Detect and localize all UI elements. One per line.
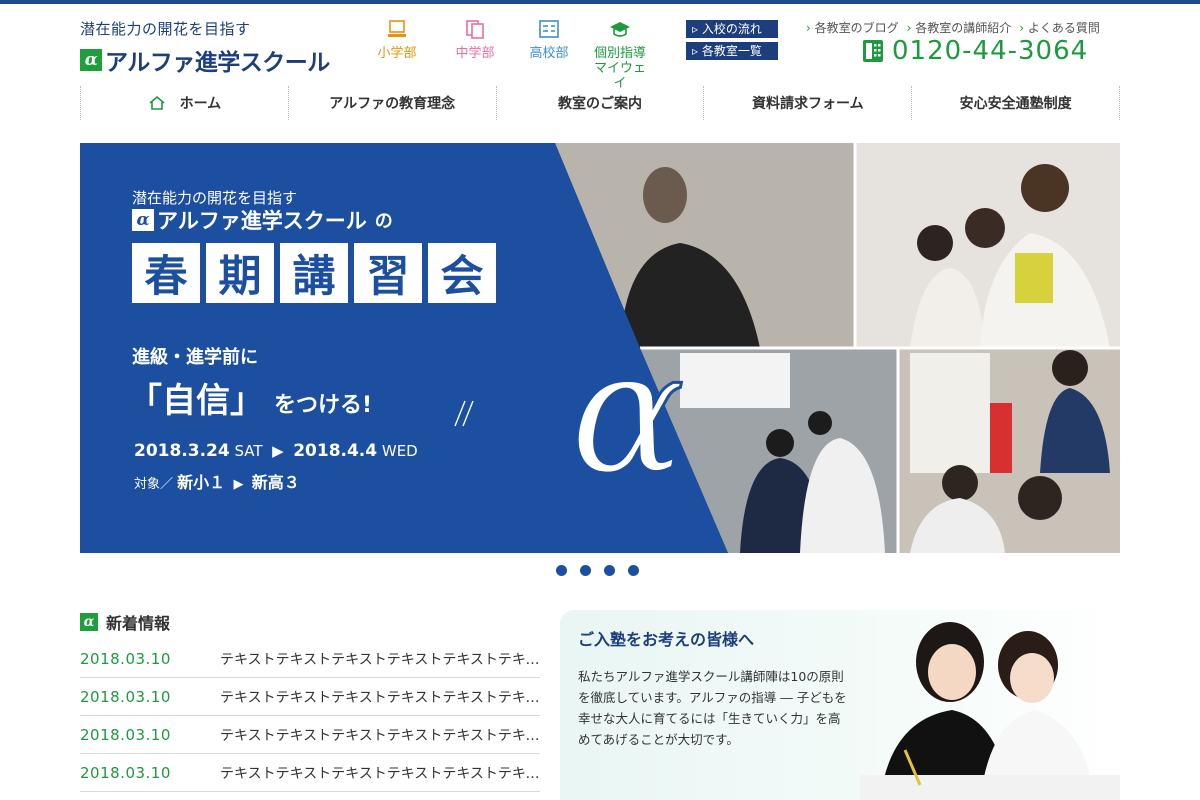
arrow-right-icon: ▶ — [267, 442, 289, 460]
dept-high-school[interactable]: 高校部 — [519, 18, 579, 61]
welcome-body: 私たちアルファ進学スクール講師陣は10の原則を徹底しています。アルファの指導 ―… — [578, 669, 847, 747]
link-blogs[interactable]: 各教室のブログ — [806, 19, 899, 36]
news-item[interactable]: 2018.03.10 テキストテキストテキストテキストテキストテキスト — [80, 678, 540, 716]
hero-headline-main: 「自信」 — [128, 381, 264, 421]
news-date: 2018.03.10 — [80, 649, 171, 668]
nav-request-form-label: 資料請求フォーム — [751, 96, 864, 112]
dept-label: 小学部 — [377, 46, 417, 61]
hero-title: 春 期 講 習 会 — [132, 243, 496, 303]
arrow-right-icon: ▶ — [229, 477, 248, 492]
phone-number-text: 0120-44-3064 — [892, 36, 1089, 66]
graduation-cap-icon — [610, 22, 630, 37]
dept-label: 中学部 — [455, 46, 495, 61]
site-logo[interactable]: 潜在能力の開花を目指す α アルファ進学スクール — [80, 18, 330, 77]
classroom-list-label: 各教室一覧 — [701, 44, 762, 58]
news-date: 2018.03.10 — [80, 725, 171, 744]
dept-label: 高校部 — [529, 46, 569, 61]
hero-banner[interactable]: α 潜在能力の開花を目指す α アルファ進学スクール の 春 期 講 習 会 進… — [80, 143, 1120, 553]
link-teachers[interactable]: 各教室の講師紹介 — [907, 19, 1011, 36]
hero-school: α アルファ進学スクール の — [132, 205, 393, 235]
high-school-icon — [539, 20, 559, 38]
nav-philosophy[interactable]: アルファの教育理念 — [289, 86, 497, 120]
dept-label: 個別指導 — [593, 46, 646, 61]
dept-junior-high[interactable]: 中学部 — [445, 18, 505, 61]
slider-dot[interactable] — [628, 565, 639, 576]
svg-text:α: α — [570, 314, 685, 512]
nav-classrooms-label: 教室のご案内 — [557, 96, 642, 112]
phone-icon — [863, 40, 883, 62]
alpha-logo-icon: α — [80, 49, 102, 71]
slider-dots — [556, 565, 639, 576]
classroom-list-button[interactable]: ▹ 各教室一覧 — [686, 42, 778, 60]
admission-flow-label: 入校の流れ — [701, 22, 762, 36]
news-item[interactable]: 2018.03.10 テキストテキストテキストテキストテキストテキスト — [80, 716, 540, 754]
hero-title-char: 春 — [132, 243, 200, 303]
welcome-title: ご入塾をお考えの皆様へ — [578, 630, 755, 649]
target-from: 新小１ — [177, 473, 226, 492]
target-to: 新高３ — [251, 473, 300, 492]
main-nav: ホーム アルファの教育理念 教室のご案内 資料請求フォーム 安心安全通塾制度 — [80, 86, 1120, 120]
nav-safety-label: 安心安全通塾制度 — [959, 96, 1072, 112]
top-accent-line — [0, 0, 1200, 4]
date-start: 2018.3.24 — [134, 441, 230, 461]
news-text: テキストテキストテキストテキストテキストテキスト — [220, 727, 540, 744]
elementary-icon — [388, 20, 406, 37]
hero-subtitle: 進級・進学前に — [132, 347, 258, 368]
home-icon — [149, 95, 165, 110]
news-text: テキストテキストテキストテキストテキストテキスト — [220, 689, 540, 706]
hero-title-char: 講 — [280, 243, 348, 303]
date-end: 2018.4.4 — [293, 441, 378, 461]
hero-school-name: アルファ進学スクール — [157, 209, 367, 233]
slider-dot[interactable] — [604, 565, 615, 576]
news-list: 2018.03.10 テキストテキストテキストテキストテキストテキスト 2018… — [80, 640, 540, 792]
junior-high-icon — [466, 20, 484, 39]
alpha-logo-icon: α — [80, 613, 98, 631]
news-text: テキストテキストテキストテキストテキストテキスト — [220, 765, 540, 782]
alpha-logo-icon: α — [132, 209, 154, 231]
welcome-panel[interactable]: ご入塾をお考えの皆様へ 私たちアルファ進学スクール講師陣は10の原則を徹底してい… — [560, 610, 1120, 800]
nav-request-form[interactable]: 資料請求フォーム — [704, 86, 913, 120]
nav-classrooms[interactable]: 教室のご案内 — [497, 86, 705, 120]
logo-tagline: 潜在能力の開花を目指す — [80, 20, 251, 38]
admission-flow-button[interactable]: ▹ 入校の流れ — [686, 20, 778, 38]
link-faq[interactable]: よくある質問 — [1019, 19, 1100, 36]
news-date: 2018.03.10 — [80, 763, 171, 782]
hero-dates: 2018.3.24 SAT ▶ 2018.4.4 WED — [134, 441, 418, 461]
hero-title-char: 会 — [428, 243, 496, 303]
nav-home[interactable]: ホーム — [81, 86, 289, 120]
hero-headline: 「自信」 をつける! — [128, 373, 372, 422]
news-item[interactable]: 2018.03.10 テキストテキストテキストテキストテキストテキスト — [80, 754, 540, 792]
news-heading: α 新着情報 — [80, 610, 170, 634]
logo-name: α アルファ進学スクール — [80, 43, 330, 77]
news-text: テキストテキストテキストテキストテキストテキスト — [220, 651, 540, 668]
news-date: 2018.03.10 — [80, 687, 171, 706]
dept-individual[interactable]: 個別指導 マイウェイ — [590, 18, 650, 91]
school-name: アルファ進学スクール — [105, 50, 330, 76]
hero-title-char: 期 — [206, 243, 274, 303]
news-title: 新着情報 — [106, 614, 171, 633]
hero-headline-tail: をつける! — [274, 393, 373, 418]
slider-dot[interactable] — [580, 565, 591, 576]
nav-home-label: ホーム — [179, 96, 222, 112]
date-end-day: WED — [381, 442, 418, 460]
hero-title-char: 習 — [354, 243, 422, 303]
top-links: 各教室のブログ 各教室の講師紹介 よくある質問 — [806, 19, 1100, 36]
phone-number[interactable]: 0120-44-3064 — [862, 36, 1088, 66]
news-item[interactable]: 2018.03.10 テキストテキストテキストテキストテキストテキスト — [80, 640, 540, 678]
slider-dot[interactable] — [556, 565, 567, 576]
nav-philosophy-label: アルファの教育理念 — [329, 96, 456, 112]
target-label: 対象／ — [134, 477, 174, 492]
date-start-day: SAT — [234, 442, 263, 460]
nav-safety[interactable]: 安心安全通塾制度 — [912, 86, 1120, 120]
dept-elementary[interactable]: 小学部 — [367, 18, 427, 61]
hero-target: 対象／ 新小１ ▶ 新高３ — [134, 469, 300, 493]
hero-particle: の — [374, 211, 393, 232]
